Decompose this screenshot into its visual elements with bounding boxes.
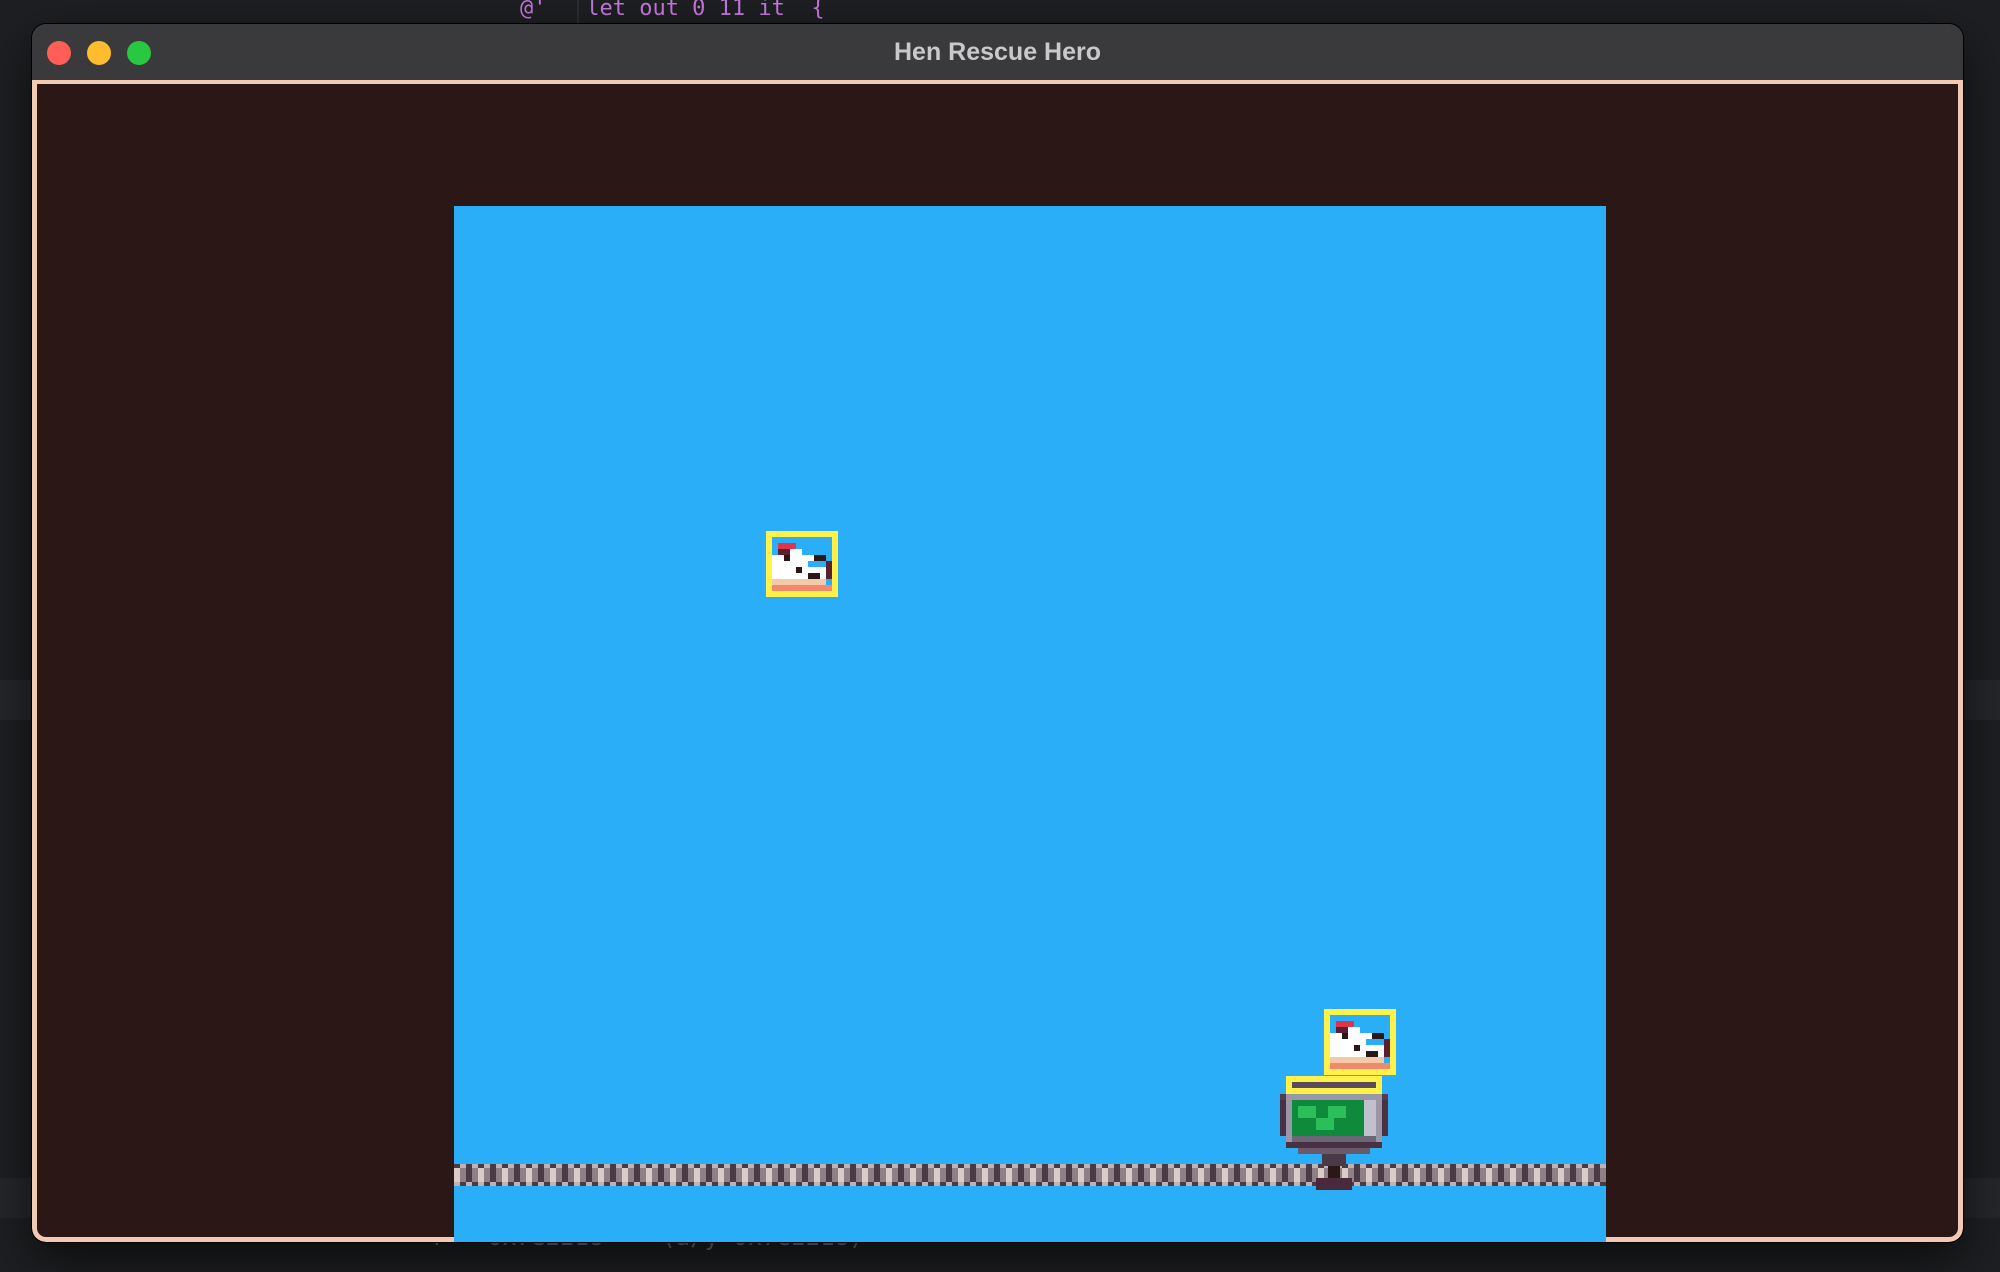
hen-icon: [1324, 1009, 1396, 1075]
hen-icon: [766, 531, 838, 597]
game-canvas[interactable]: [454, 206, 1606, 1242]
title-bar[interactable]: Hen Rescue Hero: [32, 24, 1963, 81]
window-title: Hen Rescue Hero: [893, 38, 1102, 66]
editor-code-line: @' let out 0 11 it {: [520, 0, 825, 21]
hen-caught: [1324, 1009, 1396, 1075]
cart-icon: [1280, 1076, 1388, 1190]
conveyor-belt-edge: [454, 1164, 1606, 1168]
player-cart[interactable]: [1280, 1076, 1388, 1190]
hen-falling: [766, 531, 838, 597]
game-window: Hen Rescue Hero: [32, 24, 1963, 1242]
conveyor-belt-edge: [454, 1182, 1606, 1186]
